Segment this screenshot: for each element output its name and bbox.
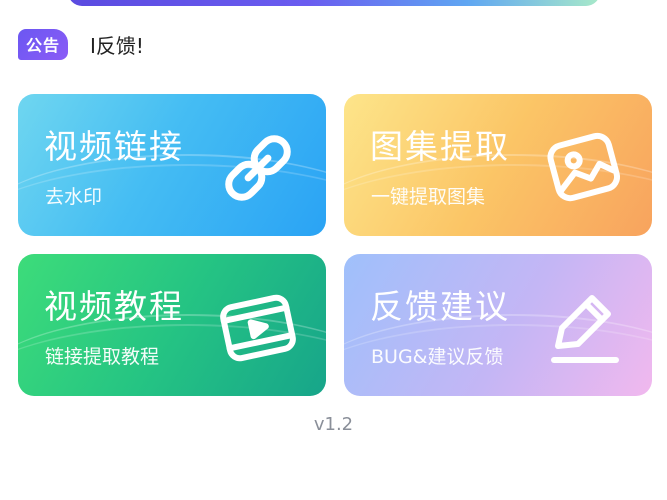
card-subtitle: 去水印 (45, 186, 103, 208)
card-subtitle: BUG&建议反馈 (371, 346, 504, 368)
video-play-icon (218, 288, 298, 368)
card-title: 图集提取 (370, 127, 510, 166)
card-title: 视频链接 (44, 127, 184, 166)
link-icon (218, 128, 298, 208)
feedback-card[interactable]: 反馈建议 BUG&建议反馈 (344, 254, 652, 396)
top-banner[interactable] (68, 0, 600, 6)
video-link-card[interactable]: 视频链接 去水印 (18, 94, 326, 236)
notice-text: I反馈! (90, 33, 144, 58)
app-version: v1.2 (313, 414, 354, 435)
gallery-extract-card[interactable]: 图集提取 一键提取图集 (344, 94, 652, 236)
card-subtitle: 一键提取图集 (371, 186, 486, 208)
card-title: 视频教程 (44, 287, 184, 326)
notice-badge: 公告 (18, 28, 68, 60)
card-title: 反馈建议 (370, 287, 510, 326)
image-icon (544, 128, 624, 208)
pen-icon (544, 288, 624, 368)
card-subtitle: 链接提取教程 (45, 346, 160, 368)
video-tutorial-card[interactable]: 视频教程 链接提取教程 (18, 254, 326, 396)
notice-bar[interactable]: 公告 I反馈! (18, 27, 650, 61)
